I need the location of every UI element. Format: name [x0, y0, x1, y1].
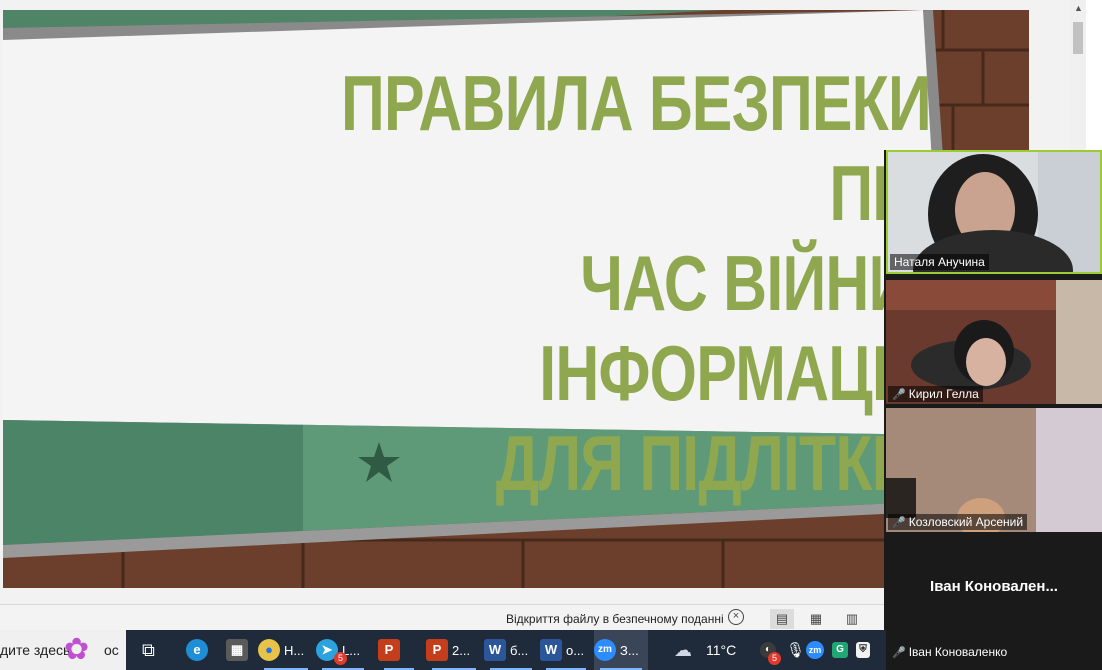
presentation-slide: ПРАВИЛА БЕЗПЕКИ ПІД ЧАС ВІЙНИ: ІНФОРМАЦІ…	[3, 10, 1029, 588]
tray-green-icon[interactable]: G	[832, 636, 852, 664]
windows-taskbar: дите здесь ✿ ос ⧉ e ▦ ● Н... ➤ 5 L... P …	[0, 630, 886, 670]
zoom-icon: zm	[594, 639, 616, 661]
taskbar-app-chrome[interactable]: ● Н...	[258, 630, 314, 670]
word-icon: W	[484, 639, 506, 661]
participant-name: Наталя Анучина	[890, 254, 989, 270]
search-placeholder: дите здесь	[0, 642, 71, 658]
web-layout-icon[interactable]: ▥	[840, 609, 864, 629]
participant-tile[interactable]: Наталя Анучина	[886, 150, 1102, 274]
taskbar-app-powerpoint[interactable]: P	[378, 630, 420, 670]
muted-mic-icon: 🎤	[892, 517, 906, 529]
taskbar-app-zoom[interactable]: zm З...	[594, 630, 648, 670]
taskbar-app-word[interactable]: W б...	[484, 630, 538, 670]
slide-title: ПРАВИЛА БЕЗПЕКИ ПІД ЧАС ВІЙНИ: ІНФОРМАЦІ…	[341, 59, 932, 507]
taskbar-app-telegram[interactable]: ➤ 5 L...	[316, 630, 370, 670]
app-label: о...	[566, 642, 585, 658]
scroll-up-icon[interactable]: ▲	[1074, 3, 1083, 13]
participant-tile[interactable]: 🎤 Козловский Арсений	[886, 408, 1102, 532]
weather-cloud-icon[interactable]: ☁	[674, 636, 692, 664]
chrome-icon: ●	[258, 639, 280, 661]
powerpoint-icon: P	[378, 639, 400, 661]
taskbar-search-box[interactable]: дите здесь ✿ ос	[0, 630, 126, 670]
weather-temperature[interactable]: 11°C	[706, 636, 736, 664]
muted-mic-icon: 🎤	[892, 647, 906, 659]
taskbar-app-powerpoint[interactable]: P 2...	[426, 630, 482, 670]
app-label: 2...	[452, 642, 471, 658]
edge-icon[interactable]: e	[186, 636, 212, 664]
print-layout-icon[interactable]: ▦	[804, 609, 828, 629]
flower-icon: ✿	[64, 633, 90, 666]
protected-view-message: Відкриття файлу в безпечному поданні	[506, 612, 724, 626]
participant-display-name: Іван Коновален...	[930, 578, 1058, 595]
participant-name: Іван Коноваленко	[908, 645, 1008, 659]
taskbar-app-word[interactable]: W о...	[540, 630, 592, 670]
read-mode-icon[interactable]: ▤	[770, 609, 794, 629]
app-label: б...	[510, 642, 529, 658]
search-placeholder-suffix: ос	[104, 642, 119, 658]
app-label: З...	[620, 642, 639, 658]
task-view-icon[interactable]: ⧉	[142, 636, 155, 664]
participant-name-label: 🎤 Кирил Гелла	[888, 386, 983, 402]
video-participants-panel: Наталя Анучина 🎤 Кирил Гелла 🎤 Козловский …	[884, 150, 1102, 670]
word-icon: W	[540, 639, 562, 661]
security-shield-icon[interactable]: ⛨	[856, 636, 874, 664]
participant-name: Козловский Арсений	[908, 515, 1024, 529]
participant-name: Кирил Гелла	[908, 387, 979, 401]
tray-notification-badge: 5	[768, 652, 781, 665]
document-status-bar: Відкриття файлу в безпечному поданні × ▤…	[0, 604, 886, 633]
close-circle-icon[interactable]: ×	[728, 609, 744, 625]
app-label: Н...	[284, 642, 305, 658]
microphone-icon[interactable]: 🎙	[786, 636, 805, 664]
participant-name-label: 🎤 Козловский Арсений	[888, 514, 1028, 530]
participant-name-label: 🎤 Іван Коноваленко	[888, 644, 1011, 660]
calculator-icon[interactable]: ▦	[226, 636, 252, 664]
participant-tile[interactable]: 🎤 Кирил Гелла	[886, 280, 1102, 404]
scrollbar-thumb[interactable]	[1073, 22, 1083, 54]
zoom-tray-icon[interactable]: zm	[806, 636, 828, 664]
muted-mic-icon: 🎤	[892, 389, 906, 401]
notification-badge: 5	[334, 652, 347, 665]
participant-tile[interactable]: Іван Коновален... 🎤 Іван Коноваленко	[886, 538, 1102, 662]
powerpoint-icon: P	[426, 639, 448, 661]
